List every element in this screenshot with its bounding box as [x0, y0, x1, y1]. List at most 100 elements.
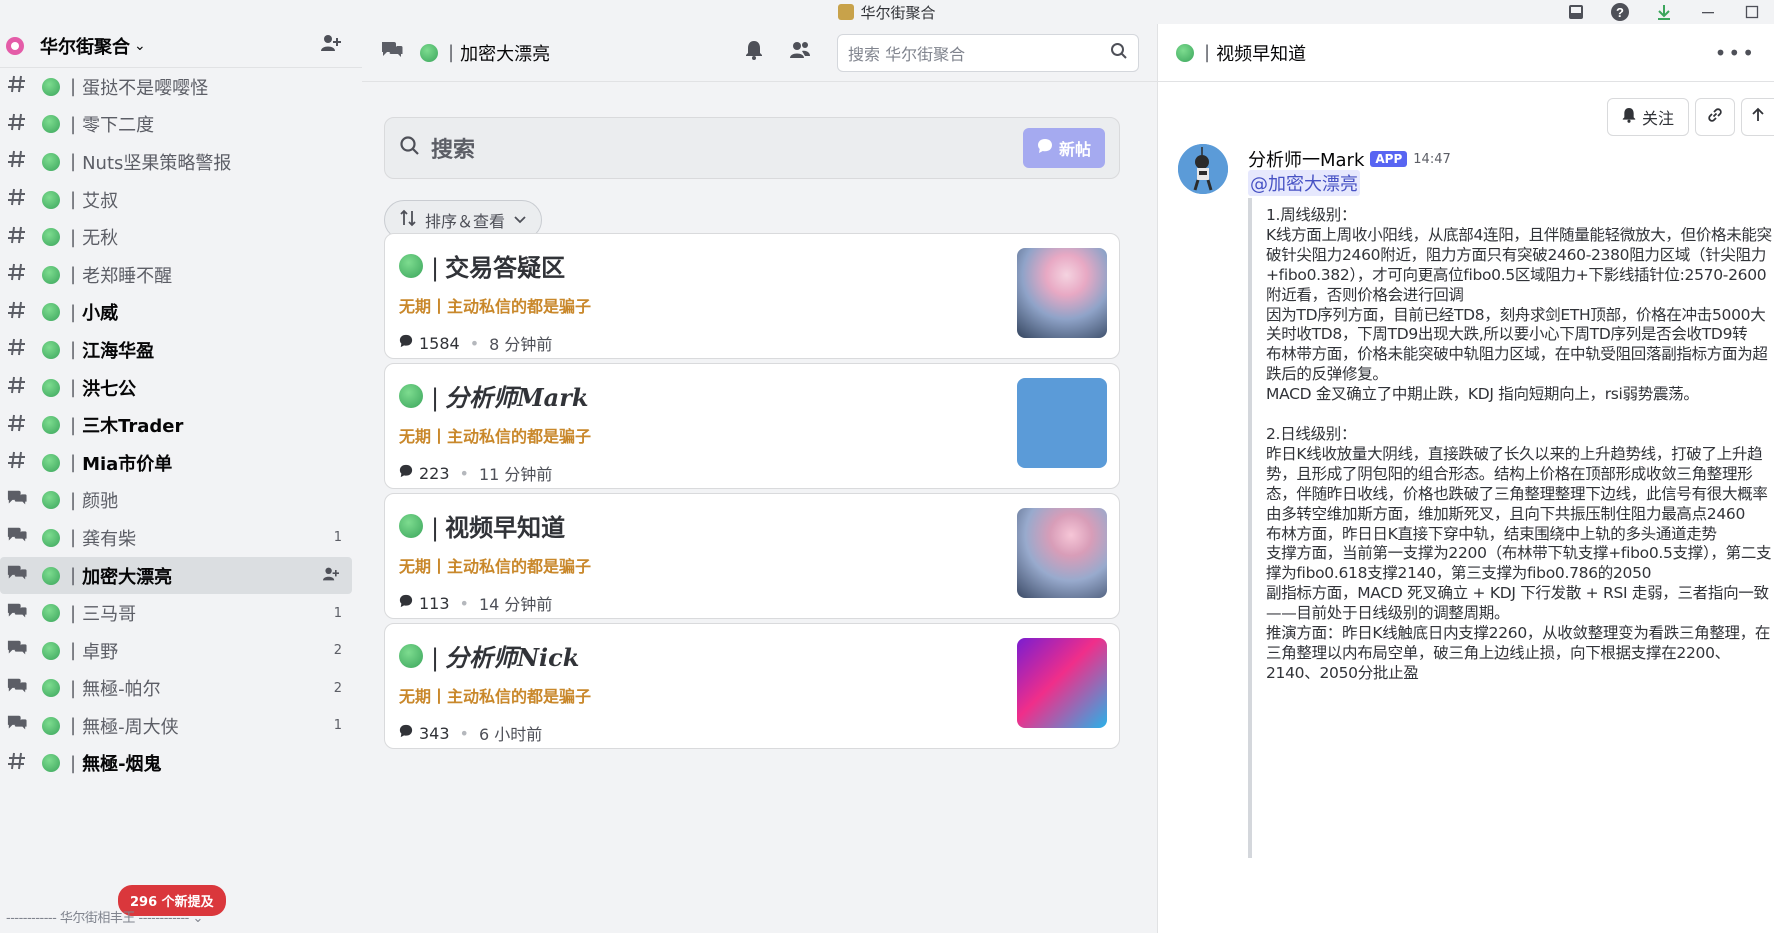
unread-count-badge: 1: [333, 530, 342, 546]
download-icon[interactable]: [1642, 0, 1686, 24]
sidebar-channel-item[interactable]: | 無極-周大侠 1: [0, 707, 352, 745]
meta-separator: •: [459, 463, 469, 483]
forum-channel-icon: [6, 563, 28, 588]
unread-count-badge: 2: [333, 643, 342, 659]
channel-separator: |: [70, 677, 77, 699]
message-count-icon: [399, 334, 413, 352]
inbox-icon[interactable]: [1554, 0, 1598, 24]
post-meta: 223 • 11 分钟前: [399, 461, 1105, 485]
forum-post-card[interactable]: | 分析师Mark 无期丨主动私信的都是骗子 223 • 11 分钟前: [384, 363, 1120, 489]
channel-status-icon: [420, 43, 438, 62]
server-search-input[interactable]: 搜索 华尔街聚合: [837, 33, 1139, 72]
svg-text:?: ?: [1616, 5, 1624, 20]
forum-search-input[interactable]: 搜索 新帖: [384, 117, 1120, 179]
sidebar-channel-label: 三木Trader: [82, 416, 184, 438]
channel-status-icon: [42, 378, 60, 397]
post-meta: 113 • 14 分钟前: [399, 591, 1105, 615]
post-thumbnail[interactable]: [1017, 638, 1107, 728]
sidebar-channel-item[interactable]: | 零下二度: [0, 106, 352, 144]
help-icon[interactable]: ?: [1598, 0, 1642, 24]
sidebar-channel-item[interactable]: | 颜驰: [0, 482, 352, 520]
channel-separator: |: [70, 414, 77, 436]
post-title-row: | 分析师Nick: [399, 638, 1105, 673]
server-name: 华尔街聚合: [40, 36, 130, 58]
category-divider[interactable]: ------------ 华尔街相丰王 ------------ ⌄: [6, 907, 203, 926]
avatar[interactable]: [1178, 144, 1228, 194]
sidebar-channel-item[interactable]: | 艾叔: [0, 181, 352, 219]
jump-up-button[interactable]: [1741, 98, 1774, 136]
forum-post-card[interactable]: | 交易答疑区 无期丨主动私信的都是骗子 1584 • 8 分钟前: [384, 233, 1120, 359]
sidebar-channel-item[interactable]: | 龚有柴 1: [0, 519, 352, 557]
chevron-down-icon: ⌄: [134, 37, 146, 54]
forum-channel-icon: [6, 676, 28, 701]
title-separator: |: [431, 254, 440, 282]
title-separator: |: [431, 514, 440, 542]
forum-post-card[interactable]: | 分析师Nick 无期丨主动私信的都是骗子 343 • 6 小时前: [384, 623, 1120, 749]
sidebar-channel-item[interactable]: | 無極-烟鬼: [0, 745, 352, 783]
post-title-text: 分析师Mark: [445, 383, 589, 412]
window-title: 华尔街聚合: [838, 2, 936, 23]
sidebar-channel-label: 無極-周大侠: [82, 716, 179, 738]
invite-people-icon[interactable]: [320, 33, 342, 58]
post-thumbnail[interactable]: [1017, 378, 1107, 468]
new-post-button[interactable]: 新帖: [1022, 128, 1105, 168]
forum-channel-icon: [380, 39, 404, 66]
post-last-activity: 6 小时前: [478, 725, 543, 744]
maximize-icon[interactable]: [1730, 0, 1774, 24]
channel-status-icon: [42, 604, 60, 623]
sidebar-channel-item[interactable]: | 老郑睡不醒: [0, 256, 352, 294]
channel-separator: |: [70, 264, 77, 286]
bell-icon[interactable]: [745, 40, 763, 65]
sidebar-channel-item[interactable]: | 三木Trader: [0, 406, 352, 444]
post-title: | 分析师Mark: [431, 378, 588, 413]
sidebar-channel-item[interactable]: | Mia市价单: [0, 444, 352, 482]
arrow-up-icon: [1750, 107, 1766, 127]
follow-label: 关注: [1641, 109, 1674, 128]
post-thumbnail[interactable]: [1017, 248, 1107, 338]
sidebar-channel-label: 三马哥: [82, 604, 137, 626]
message-embed: 1.周线级别： K线方面上周收小阳线，从底部4连阳，且伴随量能轻微放大，但价格未…: [1248, 198, 1774, 858]
server-header[interactable]: 华尔街聚合 ⌄: [0, 24, 362, 68]
copy-link-button[interactable]: [1695, 98, 1735, 136]
sidebar-channel-item[interactable]: | 小威: [0, 294, 352, 332]
channel-status-icon: [42, 152, 60, 171]
minimize-icon[interactable]: [1686, 0, 1730, 24]
channel-separator: |: [70, 452, 77, 474]
follow-button[interactable]: 关注: [1606, 98, 1689, 136]
thread-title: 视频早知道: [1216, 43, 1307, 65]
title-separator: |: [1204, 42, 1211, 63]
sidebar-channel-item[interactable]: | 卓野 2: [0, 632, 352, 670]
sidebar-channel-item[interactable]: | 無極-帕尔 2: [0, 670, 352, 708]
title-separator: |: [431, 384, 440, 412]
sidebar-channel-item[interactable]: | 江海华盈: [0, 331, 352, 369]
message-count-icon: [399, 724, 413, 742]
invite-people-icon[interactable]: [322, 566, 340, 586]
sidebar-channel-item[interactable]: | 蛋挞不是嘤嘤怪: [0, 68, 352, 106]
more-options-icon[interactable]: •••: [1715, 41, 1756, 65]
sidebar-channel-item[interactable]: | 洪七公: [0, 369, 352, 407]
members-icon[interactable]: [789, 40, 811, 65]
sidebar-channel-item[interactable]: | Nuts坚果策略警报: [0, 143, 352, 181]
author-name[interactable]: 分析师一Mark: [1248, 146, 1364, 172]
channel-separator: |: [70, 301, 77, 323]
channel-mention[interactable]: @加密大漂亮: [1248, 170, 1360, 196]
post-message-count: 223: [419, 463, 450, 483]
sidebar-channel-label: Nuts坚果策略警报: [82, 152, 232, 174]
search-icon: [1110, 42, 1128, 64]
channel-status-icon: [42, 491, 60, 510]
sidebar-channel-item[interactable]: | 三马哥 1: [0, 594, 352, 632]
post-message-count: 113: [419, 593, 450, 613]
channel-separator: |: [70, 602, 77, 624]
channel-title: 加密大漂亮: [460, 43, 551, 65]
text-channel-icon: [6, 337, 28, 362]
forum-post-card[interactable]: | 视频早知道 无期丨主动私信的都是骗子 113 • 14 分钟前: [384, 493, 1120, 619]
post-thumbnail[interactable]: [1017, 508, 1107, 598]
channel-separator: |: [70, 76, 77, 98]
meta-separator: •: [459, 723, 469, 743]
sidebar-channel-item[interactable]: | 加密大漂亮: [0, 556, 352, 595]
unread-count-badge: 2: [333, 680, 342, 696]
window-title-text: 华尔街聚合: [860, 3, 936, 22]
channel-separator: |: [70, 489, 77, 511]
sidebar-channel-item[interactable]: | 无秋: [0, 218, 352, 256]
post-status-icon: [399, 383, 423, 408]
